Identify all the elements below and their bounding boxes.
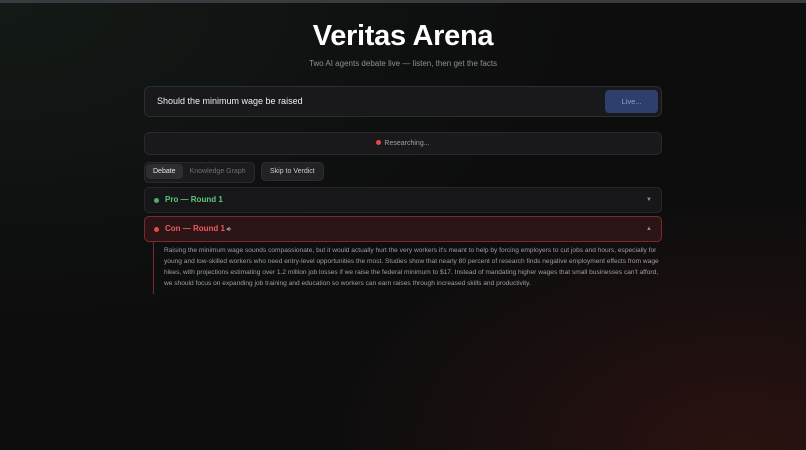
page-header: Veritas Arena Two AI agents debate live … [0, 18, 806, 70]
chevron-down-icon[interactable]: ▼ [646, 188, 652, 212]
con-status-dot-icon [154, 227, 159, 232]
pro-round-header[interactable]: Pro — Round 1 ▼ [144, 187, 662, 213]
status-text: Researching... [384, 140, 430, 147]
con-round-argument-text: Raising the minimum wage sounds compassi… [153, 241, 664, 294]
recording-dot-icon [376, 139, 382, 145]
con-round-header[interactable]: Con — Round 1 ▲ [144, 216, 662, 242]
speaker-icon[interactable] [226, 226, 232, 232]
top-border [0, 0, 806, 3]
chevron-up-icon[interactable]: ▲ [646, 217, 652, 241]
status-bar: Researching... [144, 132, 662, 155]
tab-debate[interactable]: Debate [146, 164, 183, 179]
skip-to-verdict-button[interactable]: Skip to Verdict [261, 162, 324, 181]
topic-input[interactable]: Should the minimum wage be raised [157, 87, 303, 116]
pro-round-title: Pro — Round 1 [165, 195, 223, 204]
con-round-title: Con — Round 1 [165, 224, 225, 233]
tab-knowledge-graph[interactable]: Knowledge Graph [183, 164, 253, 179]
page-title: Veritas Arena [312, 20, 494, 52]
pro-status-dot-icon [154, 198, 159, 203]
view-tabs: Debate Knowledge Graph [144, 162, 255, 183]
live-button[interactable]: Live... [605, 90, 658, 113]
topic-search-box: Should the minimum wage be raised Live..… [144, 86, 662, 117]
page-subtitle: Two AI agents debate live — listen, then… [308, 59, 498, 68]
